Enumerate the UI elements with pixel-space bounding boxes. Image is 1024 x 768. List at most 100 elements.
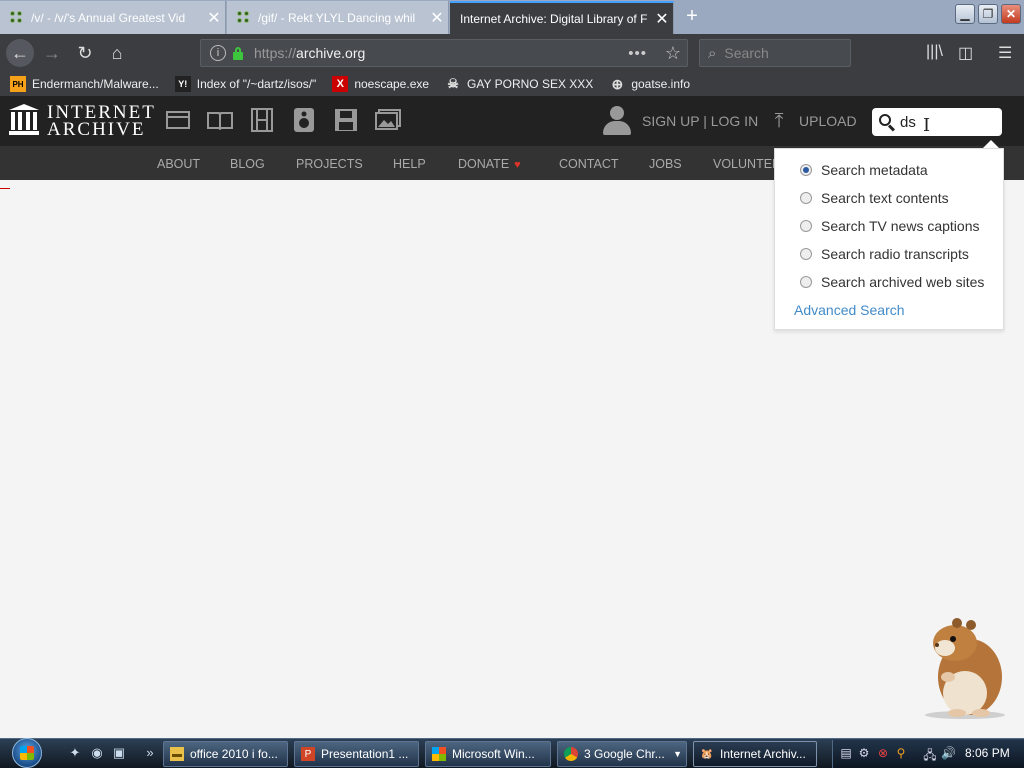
forward-button[interactable]: → — [38, 39, 66, 67]
close-tab-icon[interactable]: ✕ — [426, 8, 448, 28]
bookmark-star-icon[interactable]: ☆ — [665, 43, 681, 64]
web-icon[interactable] — [165, 108, 191, 132]
option-search-metadata[interactable]: Search metadata — [800, 162, 928, 178]
volume-icon[interactable]: 🔊 — [941, 746, 956, 760]
radio-unselected[interactable] — [800, 220, 812, 232]
search-placeholder: Search — [724, 45, 769, 61]
search-icon — [878, 113, 896, 132]
restore-button[interactable]: ❐ — [978, 4, 998, 24]
nav-donate[interactable]: DONATE ♥ — [458, 157, 521, 171]
search-icon: ⌕ — [708, 44, 717, 62]
bookmark-item[interactable]: ☠ GAY PORNO SEX XXX — [445, 76, 593, 92]
taskbar-label: Microsoft Win... — [452, 747, 535, 761]
tab-v-board[interactable]: /v/ - /v/'s Annual Greatest Vid ✕ — [0, 1, 226, 34]
radio-unselected[interactable] — [800, 276, 812, 288]
taskbar-item-office-folder[interactable]: ▬ office 2010 i fo... — [163, 741, 288, 767]
software-icon[interactable] — [333, 108, 359, 132]
globe-icon: ⊕ — [611, 75, 624, 92]
bookmark-item[interactable]: Y! Index of "/~dartz/isos/" — [174, 76, 317, 92]
tray-app-icon[interactable]: ▤ — [839, 746, 853, 760]
reload-button[interactable]: ↻ — [71, 39, 99, 67]
url-host: archive.org — [296, 45, 366, 61]
nav-volunteer[interactable]: VOLUNTEE — [713, 157, 780, 171]
expand-quicklaunch-icon[interactable]: » — [142, 745, 158, 761]
url-bar[interactable]: i https://archive.org ••• ☆ — [200, 39, 688, 67]
tab-strip: /v/ - /v/'s Annual Greatest Vid ✕ /gif/ … — [0, 0, 1024, 34]
archive-wordmark[interactable]: INTERNET ARCHIVE — [47, 103, 156, 139]
radio-unselected[interactable] — [800, 192, 812, 204]
text-cursor-icon: I — [923, 115, 931, 136]
user-avatar-icon[interactable] — [603, 106, 631, 136]
nav-jobs[interactable]: JOBS — [649, 157, 682, 171]
tray-antivirus-icon[interactable]: ⊗ — [876, 746, 890, 760]
option-search-archived-web[interactable]: Search archived web sites — [800, 274, 984, 290]
images-icon[interactable] — [375, 108, 401, 132]
nav-about[interactable]: ABOUT — [157, 157, 200, 171]
archive-header: INTERNET ARCHIVE SIGN UP | LOG IN ⤒ UPLO… — [0, 96, 1024, 146]
url-protocol: https:// — [254, 45, 297, 61]
quicklaunch-app-icon[interactable]: ✦ — [67, 745, 83, 761]
close-tab-icon[interactable]: ✕ — [651, 9, 673, 29]
tab-internet-archive[interactable]: Internet Archive: Digital Library of F ✕ — [450, 1, 674, 34]
option-label: Search TV news captions — [821, 218, 980, 234]
tray-tools-icon[interactable]: ⚙ — [857, 746, 871, 760]
upload-link[interactable]: UPLOAD — [799, 113, 857, 129]
clock[interactable]: 8:06 PM — [965, 746, 1010, 760]
chevron-down-icon[interactable]: ▼ — [673, 749, 682, 759]
minimize-button[interactable]: ▁ — [955, 4, 975, 24]
audio-icon[interactable] — [291, 108, 317, 132]
option-search-tv-captions[interactable]: Search TV news captions — [800, 218, 980, 234]
page-actions-icon[interactable]: ••• — [628, 45, 647, 62]
video-icon[interactable] — [249, 108, 275, 132]
library-icon[interactable]: |||\ — [926, 43, 943, 61]
pornhub-icon: PH — [10, 76, 26, 92]
radio-unselected[interactable] — [800, 248, 812, 260]
info-icon[interactable]: i — [210, 45, 226, 61]
heart-icon: ♥ — [514, 159, 521, 171]
menu-icon[interactable]: ☰ — [998, 43, 1012, 63]
bookmark-item[interactable]: PH Endermanch/Malware... — [10, 76, 159, 92]
windows-logo-icon — [20, 746, 34, 760]
nav-contact[interactable]: CONTACT — [559, 157, 619, 171]
bookmark-label: Index of "/~dartz/isos/" — [196, 77, 317, 91]
bookmark-label: noescape.exe — [354, 77, 430, 91]
powerpoint-icon: P — [301, 747, 315, 761]
nav-help[interactable]: HELP — [393, 157, 426, 171]
option-search-radio-transcripts[interactable]: Search radio transcripts — [800, 246, 969, 262]
nav-projects[interactable]: PROJECTS — [296, 157, 363, 171]
network-icon[interactable]: 🖧 — [923, 746, 937, 762]
sidebar-icon[interactable]: ◫ — [958, 43, 973, 63]
bookmark-item[interactable]: ⊕ goatse.info — [609, 76, 690, 92]
yp-icon: Y! — [174, 76, 191, 92]
close-window-button[interactable]: ✕ — [1001, 4, 1021, 24]
texts-icon[interactable] — [207, 108, 233, 132]
taskbar-label: 3 Google Chr... — [584, 747, 665, 761]
radio-selected[interactable] — [800, 164, 812, 176]
upload-icon[interactable]: ⤒ — [770, 111, 788, 131]
tab-gif-board[interactable]: /gif/ - Rekt YLYL Dancing whil ✕ — [227, 1, 449, 34]
new-tab-button[interactable]: + — [680, 4, 704, 28]
archive-search-input[interactable]: ds — [872, 108, 1002, 136]
show-desktop-icon[interactable]: ▣ — [111, 745, 127, 761]
taskbar-item-presentation[interactable]: P Presentation1 ... — [294, 741, 419, 767]
advanced-search-link[interactable]: Advanced Search — [794, 302, 905, 318]
tray-search-icon[interactable]: ⚲ — [894, 746, 908, 760]
back-button[interactable]: ← — [6, 39, 34, 67]
chrome-icon — [564, 747, 578, 761]
bookmark-item[interactable]: X noescape.exe — [332, 76, 429, 92]
quicklaunch-browser-icon[interactable]: ◉ — [89, 745, 105, 761]
option-label: Search text contents — [821, 190, 949, 206]
option-search-text-contents[interactable]: Search text contents — [800, 190, 949, 206]
taskbar-item-microsoft-windows[interactable]: Microsoft Win... — [425, 741, 551, 767]
taskbar-item-chrome-group[interactable]: 3 Google Chr... ▼ — [557, 741, 687, 767]
start-button[interactable] — [8, 738, 46, 768]
archive-logo-icon[interactable] — [9, 104, 39, 136]
sign-up-log-in-link[interactable]: SIGN UP | LOG IN — [642, 113, 758, 129]
tab-title: /v/ - /v/'s Annual Greatest Vid — [31, 10, 186, 25]
home-button[interactable]: ⌂ — [103, 39, 131, 67]
nav-blog[interactable]: BLOG — [230, 157, 265, 171]
close-tab-icon[interactable]: ✕ — [203, 8, 225, 28]
taskbar-item-internet-archive[interactable]: 🐹 Internet Archiv... — [693, 741, 817, 767]
home-icon: ⌂ — [111, 42, 123, 63]
browser-search-input[interactable]: ⌕ Search — [699, 39, 851, 67]
